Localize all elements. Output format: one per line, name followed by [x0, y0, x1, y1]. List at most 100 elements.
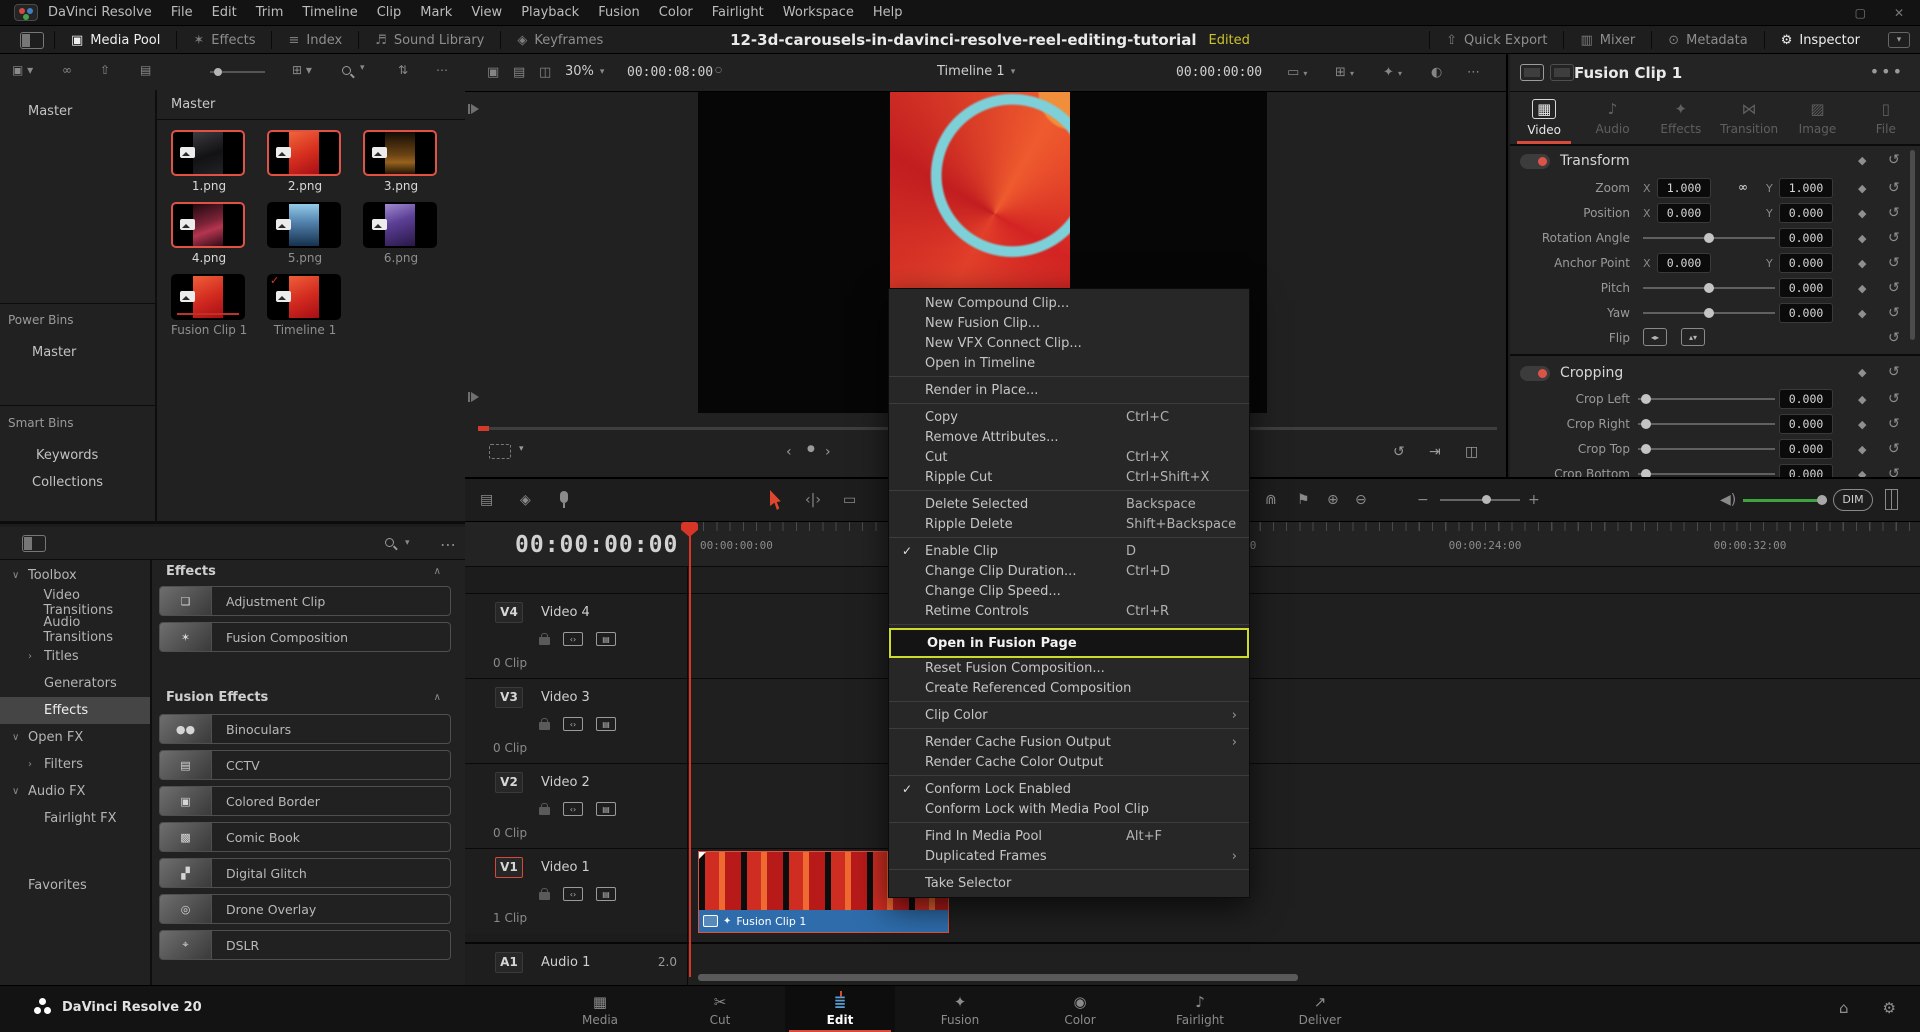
menu-item[interactable]: Edit: [212, 5, 237, 20]
previous-clip-icon[interactable]: ‹: [786, 444, 792, 460]
context-menu-item[interactable]: Cut Ctrl+X: [889, 447, 1249, 467]
auto-select-icon[interactable]: ‹›: [563, 632, 583, 646]
track-header[interactable]: V1 Video 1 ‹› ▤ 1 Clip: [465, 849, 688, 933]
lock-icon[interactable]: [539, 892, 550, 900]
reset-icon[interactable]: ↺: [1888, 416, 1900, 432]
value-field-x[interactable]: 0.000: [1657, 253, 1711, 273]
link-bins-icon[interactable]: ∞: [62, 63, 72, 77]
multicam-icon[interactable]: ⊞ ▾: [1335, 65, 1354, 80]
value-field-x[interactable]: 0.000: [1657, 203, 1711, 223]
timeline-options-icon[interactable]: ▤: [480, 492, 493, 508]
effects-tree-item[interactable]: Fairlight FX: [0, 805, 150, 832]
context-menu-item[interactable]: Render Cache Fusion Output: [889, 732, 1249, 752]
viewer-zoom-select[interactable]: 30%▾: [565, 64, 604, 79]
flip-horizontal-icon[interactable]: ◂▸: [1643, 328, 1667, 346]
keyframe-icon[interactable]: ◆: [1858, 393, 1866, 406]
fusion-effect-card[interactable]: ●● Binoculars: [159, 714, 451, 744]
reset-icon[interactable]: ↺: [1888, 230, 1900, 246]
effects-tree-item[interactable]: Generators: [0, 670, 150, 697]
flip-vertical-icon[interactable]: ▴▾: [1681, 328, 1705, 346]
context-menu-item[interactable]: Clip Color: [889, 705, 1249, 725]
context-menu-item[interactable]: Change Clip Speed...: [889, 581, 1249, 601]
context-menu-item[interactable]: Enable Clip D: [889, 541, 1249, 561]
page-button[interactable]: ▦ Media: [545, 986, 655, 1032]
keyframe-icon[interactable]: ◆: [1858, 232, 1866, 245]
context-menu-item[interactable]: Copy Ctrl+C: [889, 407, 1249, 427]
crop-value-field[interactable]: 0.000: [1779, 464, 1833, 477]
keyframe-icon[interactable]: ◆: [1858, 182, 1866, 195]
reset-icon[interactable]: ↺: [1888, 466, 1900, 477]
grid-view-icon[interactable]: ⊞ ▾: [292, 63, 312, 77]
selection-mode-icon[interactable]: [770, 490, 785, 510]
filmstrip-icon[interactable]: ▤: [596, 887, 616, 901]
page-button[interactable]: ♪ Fairlight: [1145, 986, 1255, 1032]
menu-item[interactable]: Workspace: [783, 5, 854, 20]
timeline-inspector-icon[interactable]: [1550, 64, 1574, 81]
snapping-icon[interactable]: ⋒: [1265, 492, 1277, 508]
crop-slider[interactable]: [1638, 398, 1775, 400]
track-header[interactable]: V3 Video 3 ‹› ▤ 0 Clip: [465, 679, 688, 763]
value-field[interactable]: 0.000: [1779, 303, 1833, 323]
wand-icon[interactable]: ✦ ▾: [1383, 65, 1402, 80]
sort-icon[interactable]: ⇅: [398, 63, 408, 77]
cropping-enable-toggle[interactable]: [1520, 366, 1550, 381]
options-dots-icon[interactable]: ⋯: [440, 535, 456, 554]
fusion-effect-card[interactable]: ◎ Drone Overlay: [159, 894, 451, 924]
auto-select-icon[interactable]: ‹›: [563, 887, 583, 901]
effects-tree-item[interactable]: › Filters: [0, 751, 150, 778]
effects-panel-toggle[interactable]: [22, 535, 46, 552]
effect-card[interactable]: ❏ Adjustment Clip: [159, 586, 451, 616]
context-menu-item[interactable]: Reset Fusion Composition...: [889, 658, 1249, 678]
viewer-options-dots-icon[interactable]: ⋯: [1467, 65, 1480, 80]
trim-edit-mode-icon[interactable]: ‹|›: [805, 492, 821, 508]
toolbar-button[interactable]: ◈ Keyframes: [500, 31, 619, 49]
lock-icon[interactable]: [539, 807, 550, 815]
reset-icon[interactable]: ↺: [1888, 152, 1900, 168]
context-menu-item[interactable]: Change Clip Duration... Ctrl+D: [889, 561, 1249, 581]
keyframe-icon[interactable]: ◆: [1858, 468, 1866, 477]
menu-item[interactable]: Playback: [521, 5, 579, 20]
zoom-in-icon[interactable]: +: [1528, 492, 1540, 508]
menu-item[interactable]: Timeline: [302, 5, 357, 20]
play-around-icon[interactable]: ⇥: [1429, 444, 1441, 460]
reset-icon[interactable]: ↺: [1888, 280, 1900, 296]
value-field[interactable]: 0.000: [1779, 278, 1833, 298]
reset-icon[interactable]: ↺: [1888, 364, 1900, 380]
dim-button[interactable]: DIM: [1833, 489, 1873, 511]
search-chevron-icon[interactable]: ▾: [360, 63, 365, 73]
toolbar-button[interactable]: ≡ Index: [271, 31, 358, 49]
clip-inspector-icon[interactable]: [1520, 64, 1544, 81]
effects-tree-item[interactable]: › Titles: [0, 643, 150, 670]
media-clip[interactable]: Timeline 1: [267, 274, 343, 337]
inspector-tab[interactable]: ♪ Audio: [1578, 92, 1646, 144]
home-icon[interactable]: ⌂: [1839, 999, 1849, 1017]
filmstrip-icon[interactable]: ▤: [596, 802, 616, 816]
context-menu-item[interactable]: Duplicated Frames: [889, 846, 1249, 866]
collapse-icon[interactable]: ∧: [434, 692, 441, 703]
menu-item[interactable]: Trim: [256, 5, 284, 20]
page-button[interactable]: ↗ Deliver: [1265, 986, 1375, 1032]
context-menu-item[interactable]: Conform Lock Enabled: [889, 779, 1249, 799]
thumbnail-size-slider[interactable]: [210, 71, 265, 73]
menu-item[interactable]: Fusion: [598, 5, 640, 20]
next-clip-icon[interactable]: ›: [825, 444, 831, 460]
page-button[interactable]: ✦ Fusion: [905, 986, 1015, 1032]
transition-select-icon[interactable]: ◈: [520, 492, 531, 508]
media-clip[interactable]: 5.png: [267, 202, 343, 265]
effects-tree-item[interactable]: ∨ Toolbox: [0, 562, 150, 589]
close-window-icon[interactable]: ✕: [1894, 6, 1904, 20]
context-menu-item[interactable]: Render Cache Color Output: [889, 752, 1249, 772]
keyframe-icon[interactable]: ◆: [1858, 257, 1866, 270]
effects-tree-item[interactable]: Video Transitions: [0, 589, 150, 616]
media-clip-thumbnail[interactable]: [171, 202, 245, 248]
power-bins-header[interactable]: Power Bins: [8, 313, 74, 327]
inspector-options-dots-icon[interactable]: •••: [1870, 62, 1904, 81]
toolbar-button[interactable]: ⊙ Metadata: [1651, 31, 1763, 49]
inspector-tab[interactable]: ⋈ Transition: [1715, 92, 1783, 144]
toolbar-button[interactable]: ⇧ Quick Export: [1429, 31, 1563, 49]
effects-tree-item[interactable]: Favorites: [0, 872, 150, 899]
loop-icon[interactable]: ↺: [1393, 444, 1405, 460]
context-menu-item[interactable]: Ripple Cut Ctrl+Shift+X: [889, 467, 1249, 487]
link-icon[interactable]: ∞: [1738, 180, 1748, 194]
media-clip-thumbnail[interactable]: [267, 202, 341, 248]
